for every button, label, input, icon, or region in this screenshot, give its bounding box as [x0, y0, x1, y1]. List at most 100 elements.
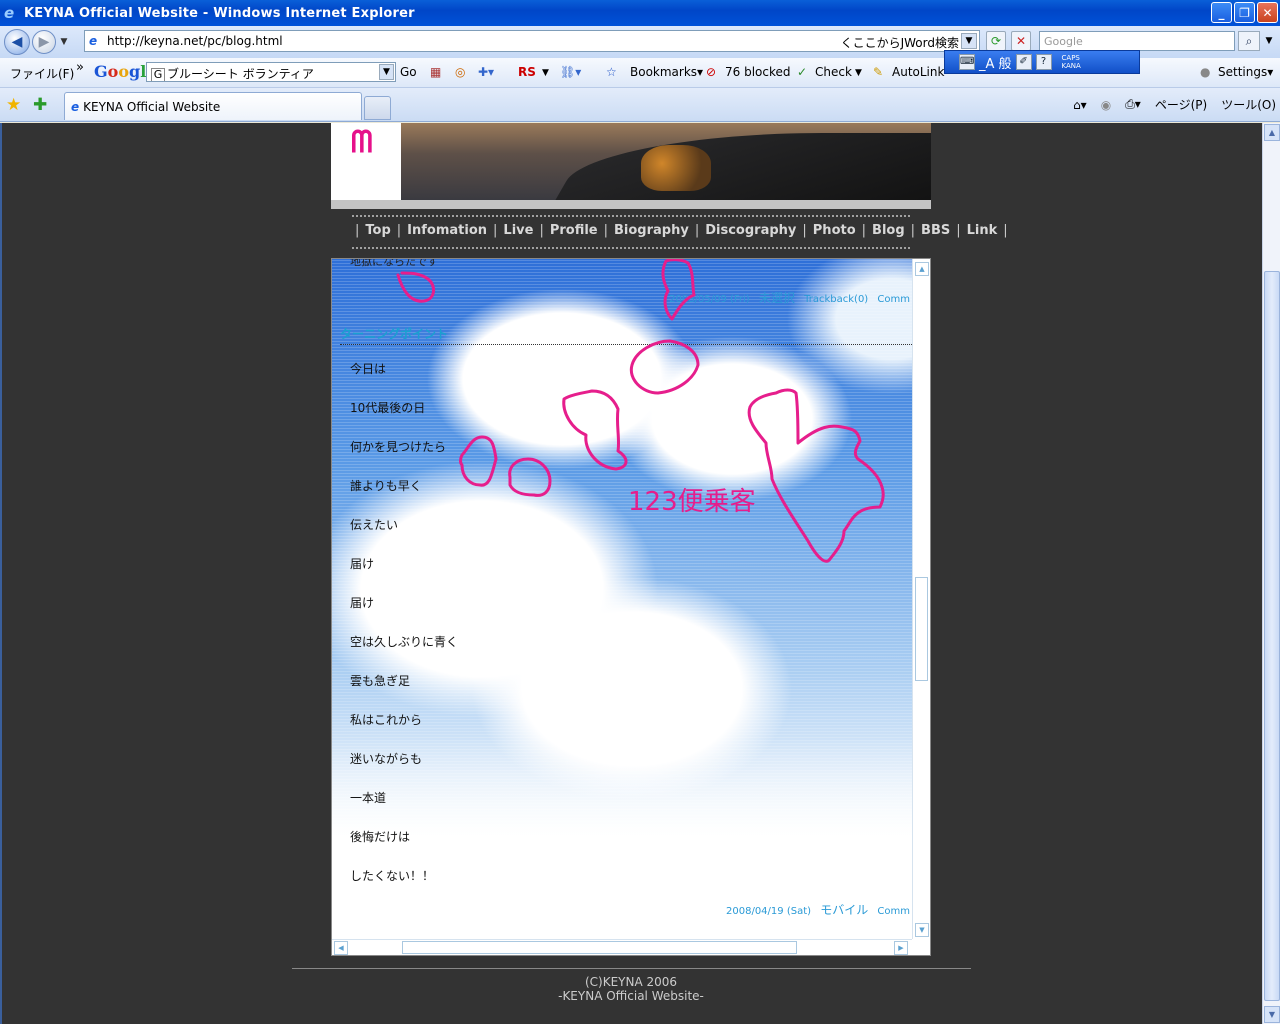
favorites-star-icon[interactable]: ★	[6, 95, 21, 115]
blog-scroll-down-icon[interactable]: ▼	[915, 923, 929, 937]
nav-sep: |	[861, 223, 867, 238]
forward-arrow-icon: ▶	[38, 34, 50, 50]
spellcheck-icon: ✓	[797, 65, 808, 79]
stop-button[interactable]: ✕	[1011, 31, 1031, 51]
nav-sep: |	[956, 223, 961, 238]
scribble-3	[629, 339, 700, 395]
page-icon: e	[89, 34, 98, 48]
nav-sep: |	[355, 223, 360, 238]
ime-language-bar[interactable]: ⌨ _A 般 ✐ ? CAPS KANA	[944, 50, 1140, 74]
ie-logo-icon: e	[4, 4, 15, 22]
blog-scroll-left-icon[interactable]: ◀	[334, 941, 348, 955]
link-icon[interactable]: ⛓▾	[560, 65, 581, 79]
google-go-button[interactable]: Go	[400, 65, 417, 79]
ime-help-icon[interactable]: ?	[1035, 54, 1052, 70]
nav-link[interactable]: Link	[967, 223, 998, 238]
nav-sep: |	[1003, 223, 1008, 238]
window-title: KEYNA Official Website - Windows Interne…	[24, 5, 415, 21]
engine-shape	[641, 145, 711, 191]
ime-pad-icon[interactable]: ✐	[1015, 54, 1032, 70]
jword-search-hint: くここからJWord検索	[840, 36, 959, 50]
header-divider	[331, 200, 931, 209]
nav-photo[interactable]: Photo	[813, 223, 856, 238]
address-dropdown-icon[interactable]: ▼	[961, 33, 977, 49]
add-favorite-icon[interactable]: ✚	[33, 95, 47, 115]
nav-infomation[interactable]: Infomation	[407, 223, 487, 238]
back-button[interactable]: ◀	[4, 29, 30, 55]
wing-shape	[547, 133, 931, 200]
rs-dropdown-icon[interactable]: ▼	[542, 68, 549, 78]
nav-discography[interactable]: Discography	[705, 223, 796, 238]
nav-sep: |	[802, 223, 807, 238]
toolbar-chevron[interactable]: »	[76, 60, 84, 75]
annotation-text: 123便乗客	[628, 487, 756, 517]
scribble-mark: ᗰ	[351, 125, 373, 160]
blog-horizontal-scrollbar[interactable]: ◀ ▶	[332, 939, 912, 955]
refresh-button[interactable]: ⟳	[986, 31, 1006, 51]
tools-menu[interactable]: ツール(O)	[1221, 96, 1276, 113]
rs-button[interactable]: RS	[518, 65, 536, 79]
nav-blog[interactable]: Blog	[872, 223, 905, 238]
ime-mode[interactable]: _A 般	[979, 53, 1012, 72]
new-tab-button[interactable]	[364, 96, 391, 120]
scribble-1	[396, 271, 435, 303]
minimize-button[interactable]: _	[1211, 2, 1232, 23]
search-input[interactable]: Google	[1039, 31, 1235, 51]
blog-iframe: 地獄にならたです 2008/05/09 (Fri) 未選択 Trackback(…	[331, 258, 931, 956]
pagerank-icon[interactable]: ◎	[455, 65, 465, 79]
nav-dotted-bottom	[351, 246, 911, 250]
google-search-dropdown-icon[interactable]: ▼	[379, 64, 394, 80]
scroll-up-icon[interactable]: ▲	[1264, 124, 1280, 141]
nav-sep: |	[603, 223, 609, 238]
nav-biography[interactable]: Biography	[614, 223, 689, 238]
nav-top[interactable]: Top	[365, 223, 390, 238]
nav-sep: |	[910, 223, 916, 238]
settings-menu[interactable]: Settings▾	[1218, 65, 1273, 79]
nav-live[interactable]: Live	[503, 223, 533, 238]
print-icon[interactable]: ⎙▾	[1125, 97, 1141, 112]
restore-button[interactable]: ❐	[1234, 2, 1255, 23]
scroll-down-icon[interactable]: ▼	[1264, 1006, 1280, 1023]
site-footer: (C)KEYNA 2006 -KEYNA Official Website-	[331, 975, 931, 1003]
nav-bbs[interactable]: BBS	[921, 223, 950, 238]
check-dropdown-icon[interactable]: ▼	[855, 68, 862, 78]
blog-scroll-up-icon[interactable]: ▲	[915, 262, 929, 276]
news-icon[interactable]: ▦	[430, 65, 441, 79]
address-url[interactable]: http://keyna.net/pc/blog.html	[107, 34, 283, 48]
search-button[interactable]: ⌕	[1238, 31, 1260, 51]
autolink-button[interactable]: AutoLink	[892, 65, 944, 79]
scribble-6	[508, 457, 552, 497]
blog-scroll-thumb[interactable]	[915, 577, 928, 681]
close-button[interactable]: ✕	[1257, 2, 1278, 23]
menu-file[interactable]: ファイル(F)	[10, 65, 74, 82]
nav-sep: |	[396, 223, 402, 238]
page-menu[interactable]: ページ(P)	[1155, 96, 1207, 113]
nav-sep: |	[493, 223, 498, 238]
popup-icon[interactable]: ✚▾	[478, 65, 494, 79]
nav-profile[interactable]: Profile	[550, 223, 598, 238]
window-controls: _ ❐ ✕	[1211, 2, 1278, 23]
scroll-thumb[interactable]	[1264, 271, 1280, 1001]
address-input[interactable]: e http://keyna.net/pc/blog.html くここからJWo…	[84, 30, 980, 52]
bookmarks-star-icon[interactable]: ☆	[606, 65, 617, 79]
home-icon[interactable]: ⌂▾	[1073, 98, 1087, 112]
blog-scroll-right-icon[interactable]: ▶	[894, 941, 908, 955]
caps-indicator: CAPS	[1061, 54, 1080, 62]
page-vertical-scrollbar[interactable]: ▲ ▼	[1262, 123, 1280, 1024]
blog-vertical-scrollbar[interactable]: ▲ ▼	[912, 259, 930, 939]
footer-copyright: (C)KEYNA 2006	[584, 975, 678, 989]
search-icon: ⌕	[1245, 34, 1253, 48]
feeds-icon[interactable]: ◉	[1101, 98, 1111, 112]
google-search-input[interactable]: G ブルーシート ボランティア ▼	[146, 62, 396, 82]
google-search-value: ブルーシート ボランティア	[167, 67, 314, 81]
popup-blocked-count[interactable]: 76 blocked	[725, 65, 791, 79]
forward-button[interactable]: ▶	[32, 30, 56, 54]
spellcheck-button[interactable]: Check	[815, 65, 852, 79]
refresh-icon: ⟳	[990, 34, 1002, 48]
history-dropdown-icon[interactable]: ▼	[58, 37, 70, 47]
search-options-dropdown-icon[interactable]: ▼	[1262, 31, 1276, 51]
tab-keyna[interactable]: e KEYNA Official Website	[64, 92, 362, 120]
blog-hscroll-thumb[interactable]	[402, 941, 797, 954]
bookmarks-menu[interactable]: Bookmarks▾	[630, 65, 703, 79]
keyboard-icon[interactable]: ⌨	[959, 54, 975, 70]
